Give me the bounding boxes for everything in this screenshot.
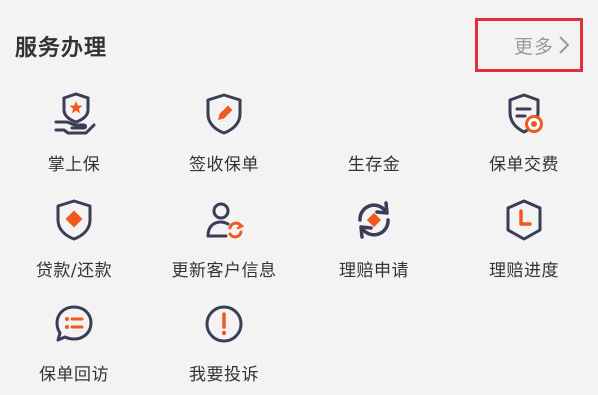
service-label: 理赔进度 bbox=[489, 261, 559, 281]
service-item-sign-policy[interactable]: 签收保单 bbox=[159, 92, 289, 182]
service-item-zhangshangbao[interactable]: 掌上保 bbox=[9, 92, 139, 182]
service-item-policy-revisit[interactable]: 保单回访 bbox=[9, 302, 139, 392]
hand-shield-icon bbox=[52, 92, 96, 136]
loan-shield-icon bbox=[52, 198, 96, 242]
service-label: 我要投诉 bbox=[189, 365, 259, 385]
exclamation-icon bbox=[202, 302, 246, 346]
service-item-claim-progress[interactable]: 理赔进度 bbox=[459, 198, 589, 288]
service-item-survival-fund[interactable]: 生存金 bbox=[309, 92, 439, 182]
service-item-claim-apply[interactable]: 理赔申请 bbox=[309, 198, 439, 288]
claim-refresh-icon bbox=[352, 198, 396, 242]
sign-shield-icon bbox=[202, 92, 246, 136]
update-user-icon bbox=[202, 198, 246, 242]
chat-list-icon bbox=[52, 302, 96, 346]
service-label: 保单回访 bbox=[39, 365, 109, 385]
service-label: 贷款/还款 bbox=[35, 261, 113, 281]
policy-payment-icon bbox=[502, 92, 546, 136]
claim-clock-icon bbox=[502, 198, 546, 242]
service-label: 保单交费 bbox=[489, 155, 559, 175]
survival-fund-icon bbox=[352, 92, 396, 136]
service-label: 生存金 bbox=[347, 155, 401, 175]
service-item-policy-payment[interactable]: 保单交费 bbox=[459, 92, 589, 182]
section-title: 服务办理 bbox=[15, 36, 108, 61]
service-label: 理赔申请 bbox=[339, 261, 409, 281]
service-item-update-info[interactable]: 更新客户信息 bbox=[159, 198, 289, 288]
more-label: 更多 bbox=[513, 35, 554, 58]
service-item-loan-repayment[interactable]: 贷款/还款 bbox=[9, 198, 139, 288]
service-label: 掌上保 bbox=[47, 155, 101, 175]
service-item-complaint[interactable]: 我要投诉 bbox=[159, 302, 289, 392]
service-panel: 服务办理 更多 掌上保 签收保单 生存金 保单交费 贷款/还款 更新客户信息 理… bbox=[0, 0, 598, 395]
service-label: 更新客户信息 bbox=[171, 261, 277, 281]
chevron-right-icon bbox=[558, 35, 570, 55]
service-label: 签收保单 bbox=[189, 155, 259, 175]
more-button[interactable]: 更多 bbox=[475, 18, 583, 72]
